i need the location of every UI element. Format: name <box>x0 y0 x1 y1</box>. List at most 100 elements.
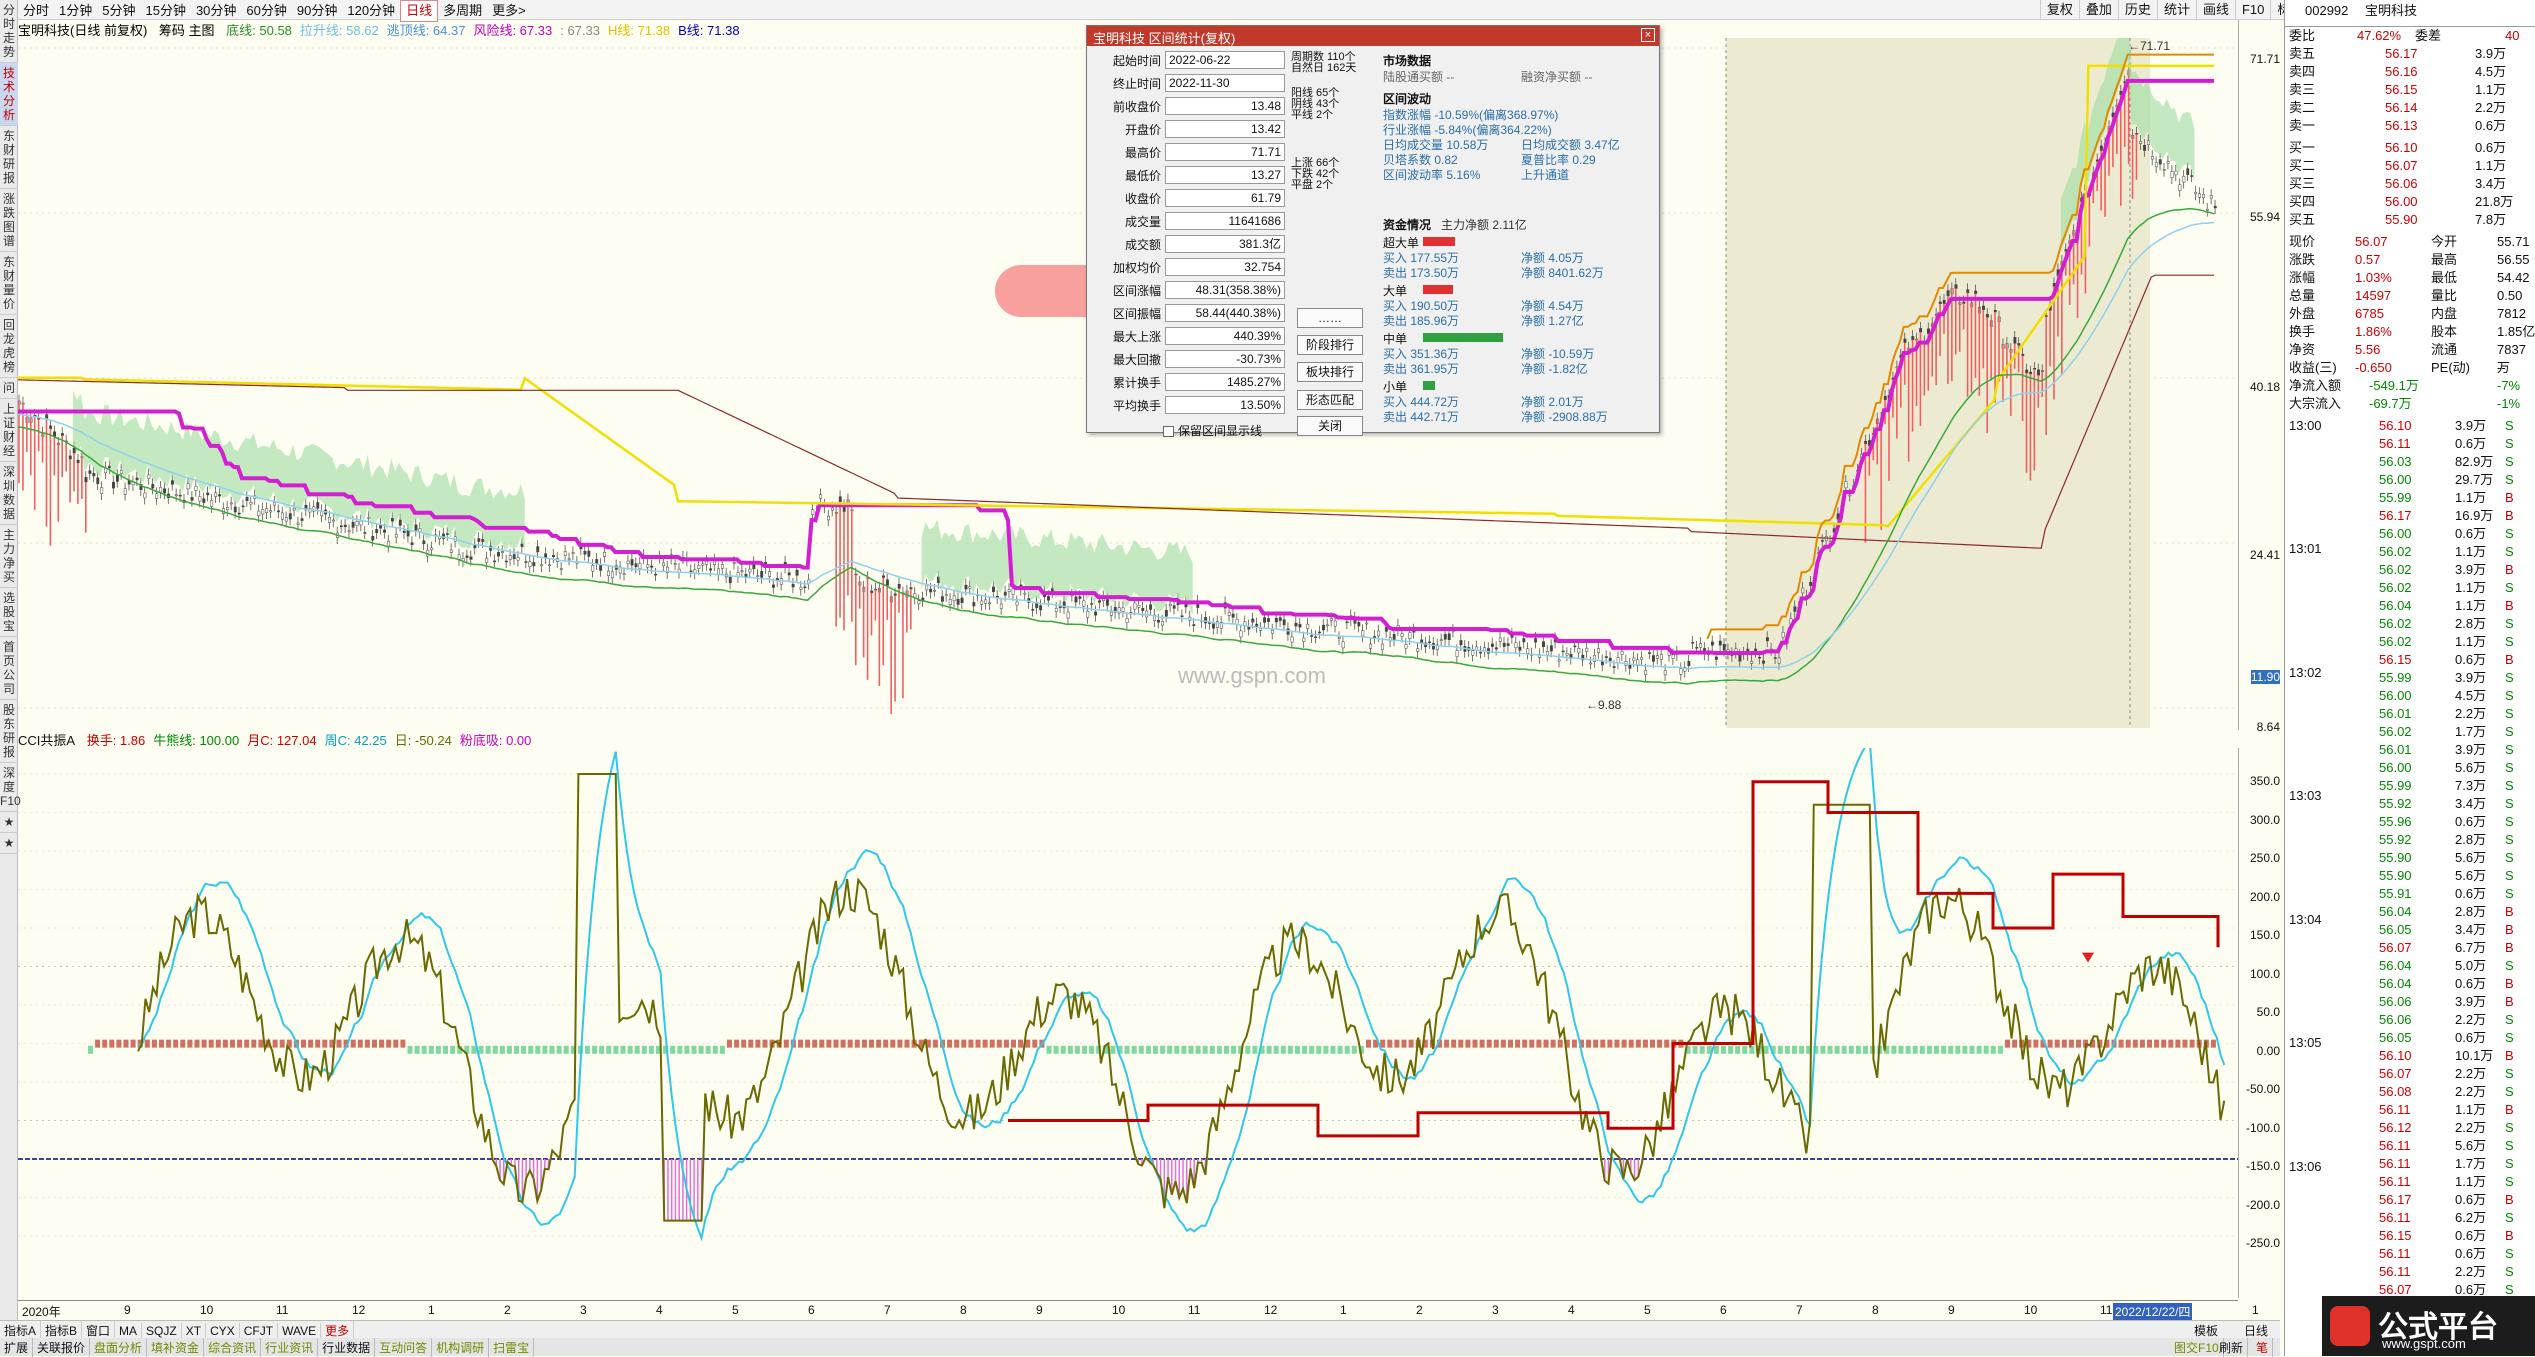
pen-button[interactable]: 笔 <box>2252 1338 2274 1357</box>
toolbar-button[interactable]: F10 <box>2234 0 2270 20</box>
dialog-button[interactable]: 关闭 <box>1297 416 1363 436</box>
main-indicator[interactable]: 筹码 主图 <box>159 23 215 38</box>
sidebar-tab[interactable]: 股东研报 <box>0 700 18 763</box>
date-tick: 6 <box>808 1303 815 1317</box>
period-tab[interactable]: 1分钟 <box>54 1 97 21</box>
dialog-button[interactable]: 形态匹配 <box>1297 390 1363 410</box>
info-tab[interactable]: 互动问答 <box>375 1338 433 1357</box>
tick-price: 56.05 <box>2379 922 2412 937</box>
volume: 1.1万 <box>2475 158 2507 173</box>
tick-side: S <box>2505 436 2514 451</box>
period-tab[interactable]: 90分钟 <box>292 1 342 21</box>
cci-chart[interactable] <box>18 748 2238 1298</box>
sidebar-tab[interactable]: 选股宝 <box>0 588 18 637</box>
stat-value[interactable]: 2022-06-22 <box>1165 51 1285 69</box>
sidebar-tab[interactable]: 技术分析 <box>0 63 18 126</box>
period-tab[interactable]: 日线 <box>400 0 439 22</box>
toolbar-button[interactable]: 统计 <box>2156 0 2196 20</box>
period-tab[interactable]: 120分钟 <box>342 1 400 21</box>
toolbar-button[interactable]: 历史 <box>2117 0 2157 20</box>
period-tab[interactable]: 更多> <box>487 1 531 21</box>
info-tab[interactable]: 综合资讯 <box>204 1338 262 1357</box>
dialog-button[interactable]: …… <box>1297 308 1363 328</box>
cci-tick: 0.00 <box>2256 1043 2280 1058</box>
sidebar-tab[interactable]: 东财量价 <box>0 252 18 315</box>
date-axis: 2020年 9 10 11 12 1 2 3 4 5 6 7 8 9 10 11 12 1 2 3 4 5 6 7 8 9 10 11… <box>18 1300 2259 1320</box>
stat-value[interactable]: 2022-11-30 <box>1165 74 1285 92</box>
ask-row[interactable]: 卖三 56.15 1.1万 <box>2285 81 2535 99</box>
tick-price: 56.04 <box>2379 976 2412 991</box>
sidebar-tab[interactable]: 东财研报 <box>0 126 18 189</box>
stock-name: 宝明科技 <box>2365 3 2418 18</box>
sidebar-tab[interactable]: 首页公司 <box>0 637 18 700</box>
tick-volume: 1.7万 <box>2455 1156 2487 1171</box>
ask-row[interactable]: 卖二 56.14 2.2万 <box>2285 99 2535 117</box>
ask-row[interactable]: 卖一 56.13 0.6万 <box>2285 117 2535 135</box>
value: 14597 <box>2355 288 2392 303</box>
ask-row[interactable]: 卖四 56.16 4.5万 <box>2285 63 2535 81</box>
sidebar-tab[interactable]: 问 <box>0 378 18 399</box>
stat-label: 起始时间 <box>1112 54 1161 68</box>
value: -- <box>2497 360 2506 375</box>
sidebar-tab[interactable]: ★ <box>0 812 18 833</box>
dialog-button[interactable]: 板块排行 <box>1297 362 1363 382</box>
refresh-button[interactable]: 刷新 <box>2215 1338 2249 1357</box>
indicator-tab[interactable]: SQJZ <box>142 1323 182 1339</box>
sidebar-tab[interactable]: 回龙虎榜 <box>0 315 18 378</box>
cci-tick: 150.0 <box>2249 928 2280 942</box>
bid-row[interactable]: 买一 56.10 0.6万 <box>2285 139 2535 157</box>
indicator-tab[interactable]: MA <box>115 1323 143 1339</box>
sidebar-tab[interactable]: 深度F10 <box>0 763 21 812</box>
sidebar-tab[interactable]: 分时走势 <box>0 0 18 63</box>
indicator-tab[interactable]: XT <box>182 1323 207 1339</box>
sidebar-tab[interactable]: 上证财经 <box>0 399 18 462</box>
dialog-button[interactable]: 阶段排行 <box>1297 335 1363 355</box>
date-tick: 3 <box>1492 1303 1499 1317</box>
toolbar-button[interactable]: 叠加 <box>2078 0 2118 20</box>
sidebar-tab[interactable]: 涨跌图谱 <box>0 189 18 252</box>
bid-row[interactable]: 买二 56.07 1.1万 <box>2285 157 2535 175</box>
sidebar-tab[interactable]: ★ <box>0 833 18 854</box>
period-tab[interactable]: 15分钟 <box>140 1 190 21</box>
toolbar-button[interactable]: 复权 <box>2039 0 2079 20</box>
label: 净流入额 <box>2289 378 2342 393</box>
checkbox-icon[interactable] <box>1163 426 1174 438</box>
tick-price: 55.99 <box>2379 778 2412 793</box>
tick-row: 55.99 1.1万 B <box>2285 489 2535 507</box>
info-tab[interactable]: 盘面分析 <box>90 1338 148 1357</box>
keep-lines-checkbox[interactable]: 保留区间显示线 <box>1163 422 1262 439</box>
stat-row: 大宗流入 -69.7万 -1% <box>2285 395 2535 413</box>
info-tab[interactable]: 行业资讯 <box>261 1338 319 1357</box>
sidebar-tab[interactable]: 主力净买 <box>0 525 18 588</box>
period-tab[interactable]: 分时 <box>18 1 54 21</box>
stat-label: 最低价 <box>1124 169 1161 183</box>
info-tab[interactable]: 行业数据 <box>318 1338 376 1357</box>
close-icon[interactable]: × <box>1641 28 1655 42</box>
info-tab[interactable]: 关联报价 <box>33 1338 91 1357</box>
tick-volume: 5.6万 <box>2455 850 2487 865</box>
indicator-tab[interactable]: CFJT <box>240 1323 279 1339</box>
info-tab[interactable]: 扩展 <box>0 1338 34 1357</box>
chart-title: 宝明科技(日线 前复权) <box>18 23 148 38</box>
bid-row[interactable]: 买五 55.90 7.8万 <box>2285 211 2535 229</box>
bid-row[interactable]: 买四 56.00 21.8万 <box>2285 193 2535 211</box>
info-tab[interactable]: 机构调研 <box>432 1338 490 1357</box>
tick-volume: 1.1万 <box>2455 1174 2487 1189</box>
tick-price: 56.10 <box>2379 418 2412 433</box>
legend-item: 牛熊线: 100.00 <box>153 733 240 748</box>
period-tab[interactable]: 多周期 <box>438 1 487 21</box>
period-tab[interactable]: 60分钟 <box>241 1 291 21</box>
info-tab[interactable]: 填补资金 <box>147 1338 205 1357</box>
tick-row: 56.02 1.1万 S <box>2285 579 2535 597</box>
sidebar-tab[interactable]: 深圳数据 <box>0 462 18 525</box>
ask-row[interactable]: 卖五 56.17 3.9万 <box>2285 45 2535 63</box>
bid-row[interactable]: 买三 56.06 3.4万 <box>2285 175 2535 193</box>
indicator-tab[interactable]: CYX <box>206 1323 240 1339</box>
cci-tick: 200.0 <box>2249 889 2280 904</box>
toolbar-button[interactable]: 画线 <box>2195 0 2235 20</box>
period-tab[interactable]: 5分钟 <box>97 1 140 21</box>
cci-name[interactable]: CCI共振A <box>18 733 75 748</box>
indicator-tab[interactable]: WAVE <box>278 1323 322 1339</box>
period-tab[interactable]: 30分钟 <box>191 1 241 21</box>
info-tab[interactable]: 扫雷宝 <box>489 1338 535 1357</box>
